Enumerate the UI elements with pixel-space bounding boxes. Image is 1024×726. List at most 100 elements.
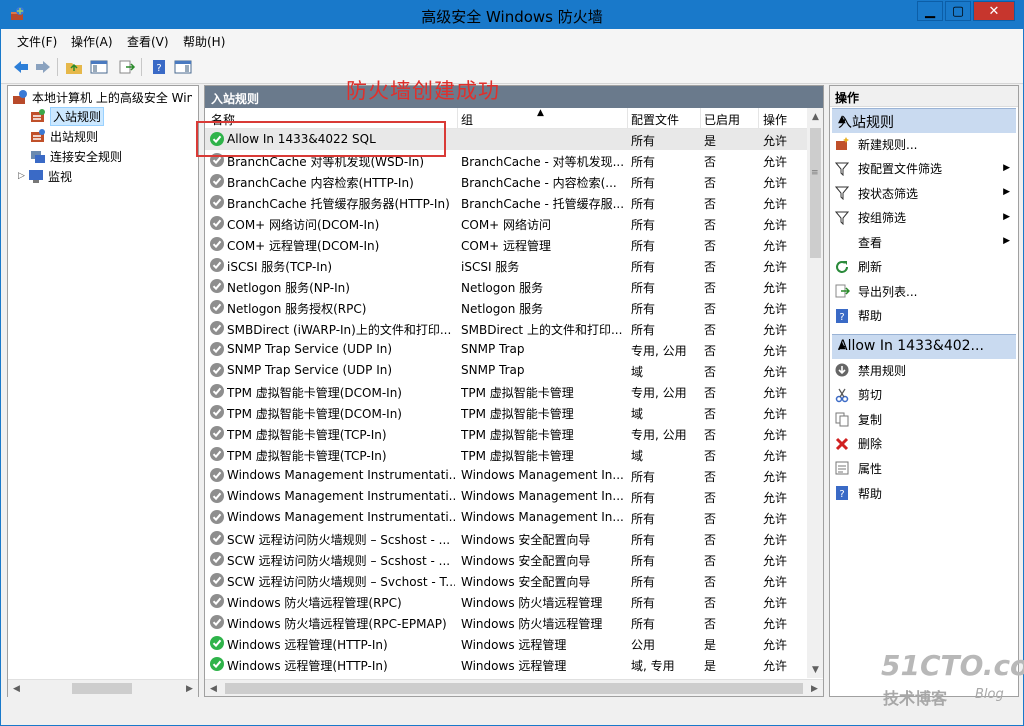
- scroll-left-icon[interactable]: ◀: [8, 680, 25, 697]
- menu-help[interactable]: 帮助(H): [183, 33, 225, 50]
- rule-action: 允许: [763, 155, 788, 169]
- column-profile[interactable]: 配置文件: [631, 111, 679, 128]
- tree-item-monitoring[interactable]: ▷ 监视: [18, 167, 72, 185]
- submenu-arrow-icon: ▶: [1003, 187, 1010, 197]
- table-row[interactable]: COM+ 远程管理(DCOM-In) COM+ 远程管理 所有 否 允许: [205, 234, 807, 255]
- tree-root[interactable]: 本地计算机 上的高级安全 Windows: [12, 88, 192, 106]
- window-title: 高级安全 Windows 防火墙: [421, 8, 603, 26]
- tree-item-outbound-rules[interactable]: 出站规则: [30, 127, 98, 145]
- table-row[interactable]: Windows Management Instrumentati... Windo…: [205, 507, 807, 528]
- table-row[interactable]: SMBDirect (iWARP-In)上的文件和打印... SMBDirect …: [205, 318, 807, 339]
- tree-horizontal-scrollbar[interactable]: ◀ ▶: [8, 679, 198, 697]
- column-group[interactable]: 组: [461, 111, 473, 128]
- collapse-icon[interactable]: ▲: [838, 340, 1010, 351]
- rule-group: Windows 安全配置向导: [461, 575, 591, 589]
- table-row[interactable]: Windows 防火墙远程管理(RPC-EPMAP) Windows 防火墙远程管…: [205, 612, 807, 633]
- highlight-box: [196, 121, 446, 157]
- action-delete[interactable]: 删除: [834, 434, 1014, 454]
- action-cut[interactable]: 剪切: [834, 385, 1014, 405]
- table-row[interactable]: COM+ 网络访问(DCOM-In) COM+ 网络访问 所有 否 允许: [205, 213, 807, 234]
- rule-disabled-icon: [210, 258, 224, 272]
- action-help-rule[interactable]: ? 帮助: [834, 483, 1014, 503]
- title-bar[interactable]: 高级安全 Windows 防火墙 ▁ ▢ ✕: [1, 1, 1023, 29]
- help-toolbar-button[interactable]: ?: [149, 57, 169, 77]
- scroll-thumb[interactable]: [225, 683, 803, 694]
- table-row[interactable]: SCW 远程访问防火墙规则 – Svchost - T... Windows 安全…: [205, 570, 807, 591]
- table-row[interactable]: Windows 远程管理(HTTP-In) Windows 远程管理 公用 是 允许: [205, 633, 807, 654]
- rule-group: Windows Management In...: [461, 468, 623, 482]
- rules-vertical-scrollbar[interactable]: ▲ ≡ ▼: [807, 108, 823, 678]
- action-view[interactable]: 查看 ▶: [834, 232, 1014, 252]
- menu-action[interactable]: 操作(A): [71, 33, 113, 50]
- table-row[interactable]: BranchCache 内容检索(HTTP-In) BranchCache - 内…: [205, 171, 807, 192]
- table-row[interactable]: TPM 虚拟智能卡管理(TCP-In) TPM 虚拟智能卡管理 专用, 公用 否 允许: [205, 423, 807, 444]
- action-label: 按组筛选: [858, 211, 907, 225]
- table-row[interactable]: TPM 虚拟智能卡管理(TCP-In) TPM 虚拟智能卡管理 域 否 允许: [205, 444, 807, 465]
- collapse-icon[interactable]: ▲: [838, 114, 1010, 125]
- action-properties[interactable]: 属性: [834, 458, 1014, 478]
- forward-button[interactable]: [33, 57, 53, 77]
- rule-name: Windows Management Instrumentati...: [227, 510, 455, 524]
- rule-profile: 所有: [631, 134, 656, 148]
- back-button[interactable]: [11, 57, 31, 77]
- rule-action: 允许: [763, 554, 788, 568]
- scroll-thumb[interactable]: [810, 128, 821, 258]
- scroll-thumb[interactable]: [72, 683, 132, 694]
- table-row[interactable]: Netlogon 服务(NP-In) Netlogon 服务 所有 否 允许: [205, 276, 807, 297]
- action-disable-rule[interactable]: 禁用规则: [834, 360, 1014, 380]
- rule-profile: 所有: [631, 302, 656, 316]
- action-filter-state[interactable]: 按状态筛选 ▶: [834, 183, 1014, 203]
- action-filter-group[interactable]: 按组筛选 ▶: [834, 208, 1014, 228]
- expand-chevron-icon[interactable]: ▷: [18, 171, 28, 181]
- column-action[interactable]: 操作: [763, 111, 787, 128]
- scroll-right-icon[interactable]: ▶: [806, 680, 823, 696]
- action-filter-profile[interactable]: 按配置文件筛选 ▶: [834, 159, 1014, 179]
- section-selected-rule[interactable]: Allow In 1433&402... ▲: [832, 334, 1016, 359]
- column-enabled[interactable]: 已启用: [704, 111, 740, 128]
- table-row[interactable]: BranchCache 托管缓存服务器(HTTP-In) BranchCache …: [205, 192, 807, 213]
- menu-file[interactable]: 文件(F): [17, 33, 57, 50]
- table-row[interactable]: SNMP Trap Service (UDP In) SNMP Trap 专用, 公…: [205, 339, 807, 360]
- action-refresh[interactable]: 刷新: [834, 257, 1014, 277]
- rule-group: BranchCache - 托管缓存服...: [461, 197, 623, 211]
- section-inbound-rules[interactable]: 入站规则 ▲: [832, 108, 1016, 133]
- action-export-list[interactable]: 导出列表...: [834, 281, 1014, 301]
- scroll-right-icon[interactable]: ▶: [181, 680, 198, 697]
- menu-view[interactable]: 查看(V): [127, 33, 169, 50]
- action-copy[interactable]: 复制: [834, 409, 1014, 429]
- show-hide-tree-button[interactable]: [89, 57, 109, 77]
- up-folder-button[interactable]: [64, 57, 84, 77]
- tree-item-connection-security[interactable]: 连接安全规则: [30, 147, 122, 165]
- rules-horizontal-scrollbar[interactable]: ◀ ▶: [205, 679, 823, 696]
- rule-profile: 所有: [631, 512, 656, 526]
- action-help[interactable]: ? 帮助: [834, 306, 1014, 326]
- table-row[interactable]: SCW 远程访问防火墙规则 – Scshost - ... Windows 安全配…: [205, 528, 807, 549]
- scroll-down-icon[interactable]: ▼: [807, 661, 823, 678]
- table-row[interactable]: Windows Management Instrumentati... Windo…: [205, 465, 807, 486]
- table-row[interactable]: SNMP Trap Service (UDP In) SNMP Trap 域 否 允许: [205, 360, 807, 381]
- rule-name: iSCSI 服务(TCP-In): [227, 260, 333, 274]
- rule-action: 允许: [763, 386, 788, 400]
- scroll-up-icon[interactable]: ▲: [807, 108, 823, 125]
- table-row[interactable]: TPM 虚拟智能卡管理(DCOM-In) TPM 虚拟智能卡管理 域 否 允许: [205, 402, 807, 423]
- tree-item-inbound-rules[interactable]: 入站规则: [30, 106, 105, 126]
- table-row[interactable]: TPM 虚拟智能卡管理(DCOM-In) TPM 虚拟智能卡管理 专用, 公用 否 允许: [205, 381, 807, 402]
- inbound-rules-icon: [31, 109, 45, 122]
- table-row[interactable]: Windows 远程管理(HTTP-In) Windows 远程管理 域, 专用 是 允…: [205, 654, 807, 675]
- scroll-left-icon[interactable]: ◀: [205, 680, 222, 696]
- watermark: 51CTO.com 技术博客 Blog: [881, 649, 1024, 709]
- action-new-rule[interactable]: 新建规则...: [834, 134, 1014, 154]
- table-row[interactable]: Netlogon 服务授权(RPC) Netlogon 服务 所有 否 允许: [205, 297, 807, 318]
- console-tree-icon: [90, 60, 108, 74]
- close-button[interactable]: ✕: [973, 1, 1015, 21]
- export-button[interactable]: [117, 57, 137, 77]
- table-row[interactable]: Windows Management Instrumentati... Windo…: [205, 486, 807, 507]
- maximize-button[interactable]: ▢: [945, 1, 971, 21]
- table-row[interactable]: Windows 防火墙远程管理(RPC) Windows 防火墙远程管理 所有 否 允许: [205, 591, 807, 612]
- show-action-pane-button[interactable]: [173, 57, 193, 77]
- table-row[interactable]: iSCSI 服务(TCP-In) iSCSI 服务 所有 否 允许: [205, 255, 807, 276]
- minimize-button[interactable]: ▁: [917, 1, 943, 21]
- table-row[interactable]: SCW 远程访问防火墙规则 – Scshost - ... Windows 安全配…: [205, 549, 807, 570]
- firewall-root-icon: [13, 90, 27, 104]
- export-list-icon: [834, 283, 850, 299]
